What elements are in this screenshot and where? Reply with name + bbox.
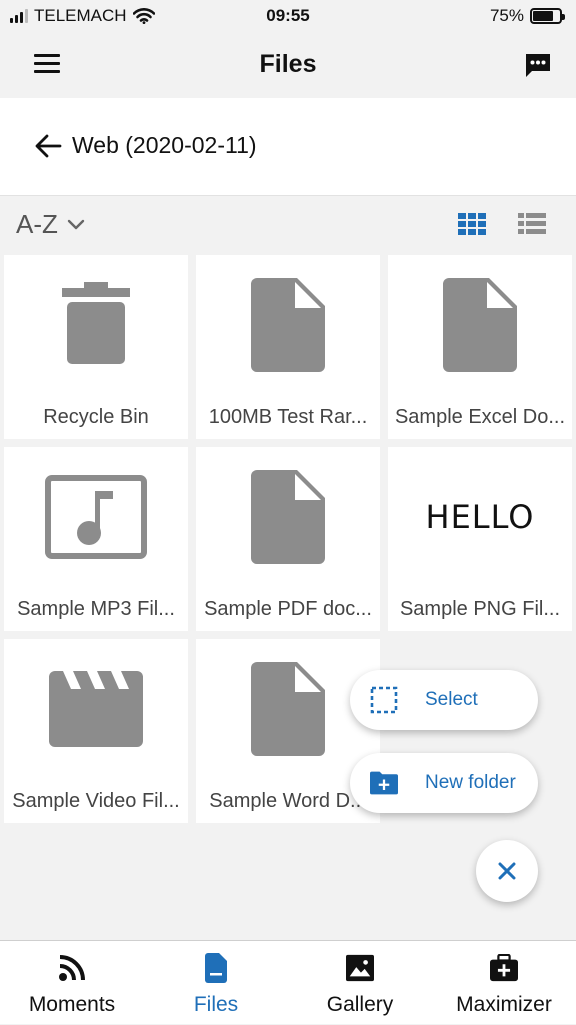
tab-label: Maximizer [456, 993, 552, 1016]
chevron-down-icon [67, 219, 85, 229]
file-name: 100MB Test Rar... [208, 406, 368, 428]
tab-label: Files [193, 993, 239, 1016]
gallery-icon [346, 954, 374, 982]
file-tile[interactable]: 100MB Test Rar... [196, 255, 380, 439]
arrow-left-icon[interactable] [34, 132, 62, 160]
rss-icon [59, 955, 85, 981]
app-header: Files [0, 32, 576, 98]
chat-icon[interactable] [524, 52, 552, 78]
battery-percent: 75% [489, 6, 524, 25]
tab-label: Gallery [326, 993, 394, 1016]
grid-view-icon[interactable] [458, 213, 486, 235]
new-folder-icon [370, 771, 398, 795]
breadcrumb: Web (2020-02-11) [0, 98, 576, 196]
close-fab-button[interactable] [476, 840, 538, 902]
tab-files[interactable]: Files [144, 941, 288, 1025]
tab-bar: Moments Files Gallery Maximizer [0, 940, 576, 1024]
file-name: Sample Video Fil... [12, 790, 180, 812]
close-icon [498, 862, 516, 880]
hamburger-icon[interactable] [34, 54, 60, 74]
new-folder-button[interactable]: New folder [350, 753, 538, 813]
music-icon [45, 475, 147, 559]
sort-label: A-Z [16, 209, 58, 239]
file-tab-icon [205, 953, 227, 983]
select-button[interactable]: Select [350, 670, 538, 730]
file-icon [251, 278, 325, 372]
thumbnail-text: HELLO [425, 498, 535, 536]
trash-icon [62, 282, 130, 364]
status-bar: TELEMACH 09:55 75% [0, 0, 576, 32]
file-icon [443, 278, 517, 372]
file-tile-recycle-bin[interactable]: Recycle Bin [4, 255, 188, 439]
file-tile[interactable]: Sample Excel Do... [388, 255, 572, 439]
sort-bar: A-Z [0, 197, 576, 251]
sort-dropdown[interactable]: A-Z [16, 209, 86, 240]
tab-moments[interactable]: Moments [0, 941, 144, 1025]
select-label: Select [425, 689, 478, 710]
file-name: Sample Word D... [209, 790, 367, 812]
file-name: Sample MP3 Fil... [17, 598, 175, 620]
new-folder-label: New folder [425, 772, 516, 793]
file-tile[interactable]: Sample PDF doc... [196, 447, 380, 631]
file-name: Recycle Bin [43, 406, 149, 428]
file-icon [251, 662, 325, 756]
maximizer-icon [490, 954, 518, 982]
file-icon [251, 470, 325, 564]
status-right: 75% [489, 6, 565, 26]
select-icon [370, 686, 398, 714]
tab-gallery[interactable]: Gallery [288, 941, 432, 1025]
tab-label: Moments [28, 993, 116, 1016]
file-tile[interactable]: HELLO Sample PNG Fil... [388, 447, 572, 631]
list-view-icon[interactable] [518, 213, 546, 235]
battery-icon [530, 8, 565, 24]
image-thumbnail: HELLO [388, 467, 572, 567]
file-name: Sample Excel Do... [394, 406, 566, 428]
file-tile[interactable]: Sample Video Fil... [4, 639, 188, 823]
page-title: Files [259, 50, 317, 78]
battery-fill [533, 11, 553, 21]
file-name: Sample PNG Fil... [399, 598, 561, 620]
folder-title: Web (2020-02-11) [72, 132, 257, 158]
tab-maximizer[interactable]: Maximizer [432, 941, 576, 1025]
file-tile[interactable]: Sample MP3 Fil... [4, 447, 188, 631]
file-name: Sample PDF doc... [204, 598, 372, 620]
video-icon [49, 671, 143, 747]
